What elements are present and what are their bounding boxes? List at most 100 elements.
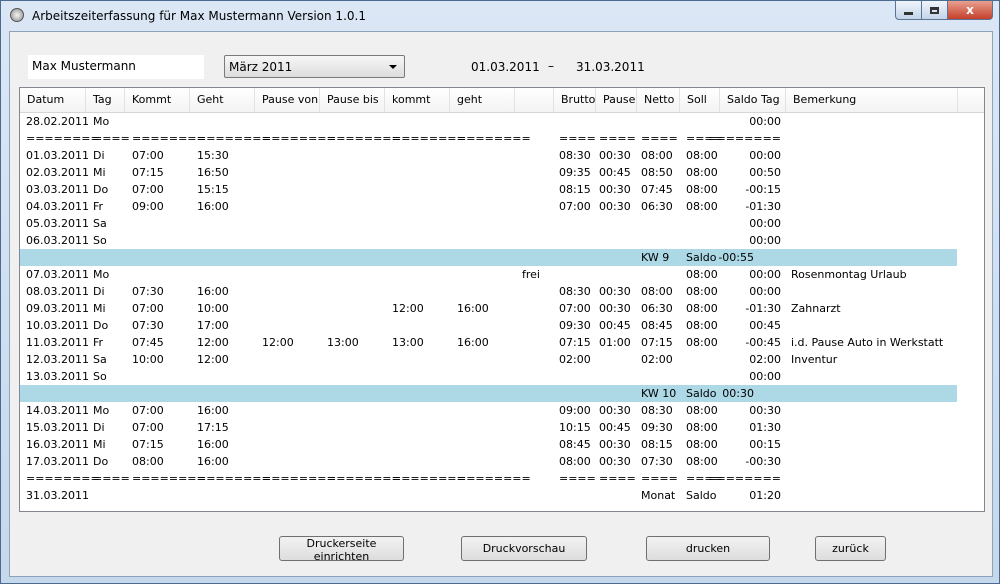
- column-header[interactable]: Kommt: [125, 88, 190, 112]
- cell-kommt: 10:00: [132, 353, 164, 366]
- cell-tag: ====: [93, 132, 130, 145]
- cell-saldo-tag: -01:30: [745, 302, 781, 315]
- cell-pause: ====: [599, 472, 636, 485]
- column-header[interactable]: [515, 88, 554, 112]
- table-row[interactable]: 04.03.2011 Fr 09:00 16:00 07:00 00:30 06:30 08:…: [20, 198, 984, 215]
- column-header[interactable]: Bemerkung: [786, 88, 958, 112]
- table-row[interactable]: ======== ==== ======== ======== ======== ====…: [20, 130, 984, 147]
- column-header[interactable]: Datum: [20, 88, 86, 112]
- table-row[interactable]: 15.03.2011 Di 07:00 17:15 10:15 00:45 09:30 08:…: [20, 419, 984, 436]
- cell-bemerkung: Rosenmontag Urlaub: [791, 268, 907, 281]
- cell-pause: 00:30: [599, 455, 631, 468]
- column-header[interactable]: geht: [450, 88, 515, 112]
- cell-brutto: 08:00: [559, 455, 591, 468]
- column-header[interactable]: Geht: [190, 88, 255, 112]
- table-row[interactable]: 09.03.2011 Mi 07:00 10:00 12:00 16:00 07:00 00:…: [20, 300, 984, 317]
- table-row[interactable]: 06.03.2011 So 00:00: [20, 232, 984, 249]
- table-row[interactable]: 01.03.2011 Di 07:00 15:30 08:30 00:30 08:00 08:…: [20, 147, 984, 164]
- employee-name-field[interactable]: Max Mustermann: [28, 55, 204, 79]
- cell-soll: Saldo: [686, 489, 717, 502]
- cell-pause: 00:30: [599, 438, 631, 451]
- cell-netto: 06:30: [641, 302, 673, 315]
- cell-netto: 09:30: [641, 421, 673, 434]
- cell-netto: 08:30: [641, 404, 673, 417]
- column-header[interactable]: Saldo Tag: [720, 88, 786, 112]
- column-header[interactable]: kommt: [385, 88, 450, 112]
- cell-netto: Monat: [641, 489, 676, 502]
- cell-netto: KW 9: [641, 251, 670, 264]
- cell-pause: 01:00: [599, 336, 631, 349]
- cell-datum: ========: [26, 132, 100, 145]
- column-header[interactable]: Pause: [596, 88, 637, 112]
- table-row[interactable]: 02.03.2011 Mi 07:15 16:50 09:35 00:45 08:50 08:…: [20, 164, 984, 181]
- cell-tag: Mi: [93, 302, 106, 315]
- title-bar[interactable]: Arbeitszeiterfassung für Max Mustermann …: [1, 1, 999, 31]
- table-row[interactable]: 28.02.2011 Mo 00:00: [20, 113, 984, 130]
- table-row[interactable]: 16.03.2011 Mi 07:15 16:00 08:45 00:30 08:15 08:…: [20, 436, 984, 453]
- cell-brutto: ====: [559, 132, 596, 145]
- cell-brutto: 07:15: [559, 336, 591, 349]
- cell-kommt: 07:00: [132, 183, 164, 196]
- cell-pause: 00:45: [599, 421, 631, 434]
- cell-netto: 07:30: [641, 455, 673, 468]
- cell-geht: 16:00: [197, 200, 229, 213]
- cell-soll: 08:00: [686, 268, 718, 281]
- cell-brutto: 09:35: [559, 166, 591, 179]
- column-header[interactable]: Soll: [680, 88, 720, 112]
- table-row[interactable]: 31.03.2011 Monat Saldo 01:20: [20, 487, 984, 504]
- table-row[interactable]: 12.03.2011 Sa 10:00 12:00 02:00 02:00 02:00 Inv…: [20, 351, 984, 368]
- cell-datum: 07.03.2011: [26, 268, 89, 281]
- week-summary-row[interactable]: KW 10 Saldo 00:30: [20, 385, 957, 402]
- cell-geht: 16:50: [197, 166, 229, 179]
- cell-geht: 16:00: [197, 404, 229, 417]
- cell-datum: 09.03.2011: [26, 302, 89, 315]
- cell-tag: Di: [93, 285, 105, 298]
- cell-datum: 17.03.2011: [26, 455, 89, 468]
- column-header[interactable]: Netto: [637, 88, 680, 112]
- month-select[interactable]: März 2011: [224, 55, 405, 78]
- cell-soll: 08:00: [686, 421, 718, 434]
- cell-extra: frei: [522, 268, 540, 281]
- cell-geht: 10:00: [197, 302, 229, 315]
- minimize-button[interactable]: [895, 1, 922, 20]
- table-row[interactable]: 05.03.2011 Sa 00:00: [20, 215, 984, 232]
- cell-tag: ====: [93, 472, 130, 485]
- cell-bemerkung: Zahnarzt: [791, 302, 841, 315]
- column-header[interactable]: Brutto: [554, 88, 596, 112]
- table-row[interactable]: 11.03.2011 Fr 07:45 12:00 12:00 13:00 13:00 16:…: [20, 334, 984, 351]
- week-summary-row[interactable]: KW 9 Saldo -00:55: [20, 249, 957, 266]
- cell-pause: 00:45: [599, 319, 631, 332]
- column-header[interactable]: Pause von: [255, 88, 320, 112]
- cell-netto: 07:45: [641, 183, 673, 196]
- table-row[interactable]: 07.03.2011 Mo frei 08:00 00:00 Rosenmontag Ur…: [20, 266, 984, 283]
- cell-datum: 16.03.2011: [26, 438, 89, 451]
- table-row[interactable]: 14.03.2011 Mo 07:00 16:00 09:00 00:30 08:30 08:…: [20, 402, 984, 419]
- table-row[interactable]: ======== ==== ======== ======== ======== ====…: [20, 470, 984, 487]
- table-row[interactable]: 03.03.2011 Do 07:00 15:15 08:15 00:30 07:45 08:…: [20, 181, 984, 198]
- column-header[interactable]: Tag: [86, 88, 125, 112]
- maximize-button[interactable]: [922, 1, 948, 20]
- cell-datum: 03.03.2011: [26, 183, 89, 196]
- cell-pause: 00:30: [599, 200, 631, 213]
- cell-saldo-tag: 01:20: [749, 489, 781, 502]
- table-row[interactable]: 13.03.2011 So 00:00: [20, 368, 984, 385]
- cell-brutto: 08:45: [559, 438, 591, 451]
- cell-pause-von: ========: [262, 132, 336, 145]
- column-header[interactable]: Pause bis: [320, 88, 385, 112]
- table-row[interactable]: 17.03.2011 Do 08:00 16:00 08:00 00:30 07:30 08:…: [20, 453, 984, 470]
- close-button[interactable]: x: [948, 1, 993, 20]
- table-row[interactable]: 10.03.2011 Do 07:30 17:00 09:30 00:45 08:45 08:…: [20, 317, 984, 334]
- cell-netto: 08:00: [641, 285, 673, 298]
- cell-netto: 08:15: [641, 438, 673, 451]
- cell-kommt: 07:30: [132, 285, 164, 298]
- cell-brutto: ====: [559, 472, 596, 485]
- cell-datum: 05.03.2011: [26, 217, 89, 230]
- print-button[interactable]: drucken: [646, 536, 770, 561]
- cell-datum: 15.03.2011: [26, 421, 89, 434]
- page-setup-button[interactable]: Druckerseite einrichten: [279, 536, 404, 563]
- cell-saldo-tag: -00:15: [745, 183, 781, 196]
- back-button[interactable]: zurück: [815, 536, 886, 561]
- cell-soll: 08:00: [686, 404, 718, 417]
- table-row[interactable]: 08.03.2011 Di 07:30 16:00 08:30 00:30 08:00 08:…: [20, 283, 984, 300]
- print-preview-button[interactable]: Druckvorschau: [461, 536, 587, 561]
